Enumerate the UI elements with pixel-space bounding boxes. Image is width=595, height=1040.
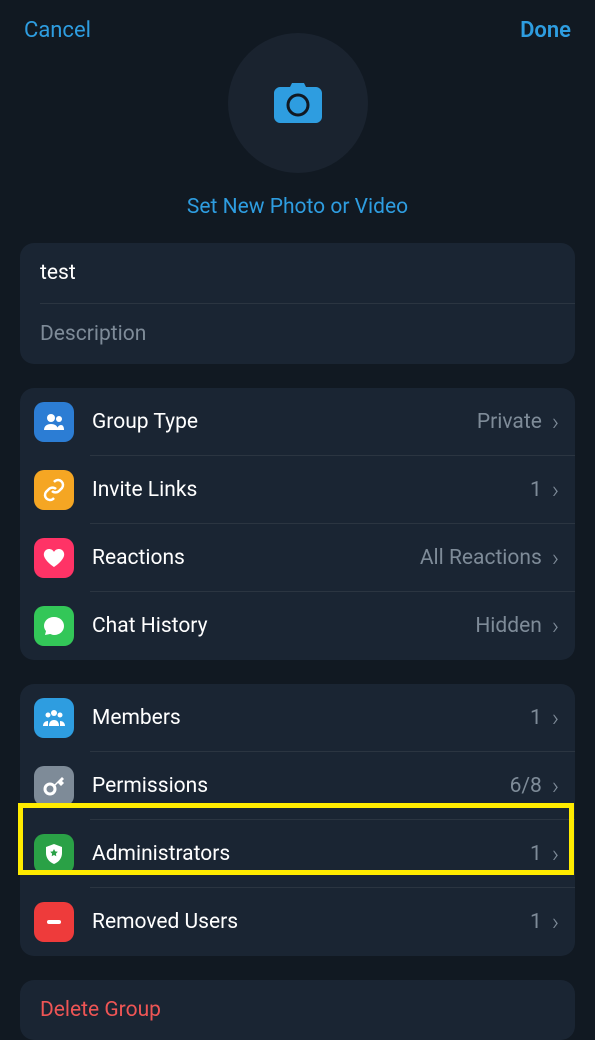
row-value: 1 <box>530 910 542 934</box>
row-label: Reactions <box>92 546 420 570</box>
row-value: 1 <box>530 706 542 730</box>
info-card: test Description <box>20 243 575 364</box>
chevron-right-icon: › <box>552 704 559 732</box>
row-value: 6/8 <box>510 774 542 798</box>
reactions-row[interactable]: ReactionsAll Reactions › <box>20 524 575 592</box>
shield-icon <box>34 834 74 874</box>
row-value: 1 <box>530 842 542 866</box>
row-label: Group Type <box>92 410 477 434</box>
row-value: Hidden <box>475 614 542 638</box>
chevron-right-icon: › <box>552 544 559 572</box>
chevron-right-icon: › <box>552 408 559 436</box>
administrators-row[interactable]: Administrators1 › <box>20 820 575 888</box>
chat-icon <box>34 606 74 646</box>
set-photo-link[interactable]: Set New Photo or Video <box>187 195 408 219</box>
members-icon <box>34 698 74 738</box>
link-icon <box>34 470 74 510</box>
minus-icon <box>34 902 74 942</box>
row-value: 1 <box>530 478 542 502</box>
cancel-button[interactable]: Cancel <box>24 18 91 43</box>
group-name-input[interactable]: test <box>20 243 575 303</box>
permissions-row[interactable]: Permissions6/8 › <box>20 752 575 820</box>
members-row[interactable]: Members1 › <box>20 684 575 752</box>
group-type-row[interactable]: Group TypePrivate › <box>20 388 575 456</box>
row-label: Removed Users <box>92 910 530 934</box>
people-icon <box>34 402 74 442</box>
chevron-right-icon: › <box>552 476 559 504</box>
description-input[interactable]: Description <box>20 304 575 364</box>
chevron-right-icon: › <box>552 772 559 800</box>
photo-section: Set New Photo or Video <box>0 33 595 219</box>
invite-links-row[interactable]: Invite Links1 › <box>20 456 575 524</box>
delete-group-label: Delete Group <box>40 998 555 1022</box>
row-label: Permissions <box>92 774 510 798</box>
row-value: All Reactions <box>420 546 542 570</box>
settings-card: Group TypePrivate›Invite Links1›Reaction… <box>20 388 575 660</box>
row-value: Private <box>477 410 542 434</box>
key-icon <box>34 766 74 806</box>
row-label: Invite Links <box>92 478 530 502</box>
row-label: Members <box>92 706 530 730</box>
row-label: Administrators <box>92 842 530 866</box>
photo-picker-button[interactable] <box>228 33 368 173</box>
chevron-right-icon: › <box>552 908 559 936</box>
chevron-right-icon: › <box>552 612 559 640</box>
row-label: Chat History <box>92 614 475 638</box>
done-button[interactable]: Done <box>520 18 571 43</box>
chevron-right-icon: › <box>552 840 559 868</box>
chat-history-row[interactable]: Chat HistoryHidden › <box>20 592 575 660</box>
heart-icon <box>34 538 74 578</box>
camera-icon <box>274 83 322 123</box>
removed-users-row[interactable]: Removed Users1 › <box>20 888 575 956</box>
delete-group-button[interactable]: Delete Group <box>20 980 575 1040</box>
members-card: Members1›Permissions6/8›Administrators1›… <box>20 684 575 956</box>
